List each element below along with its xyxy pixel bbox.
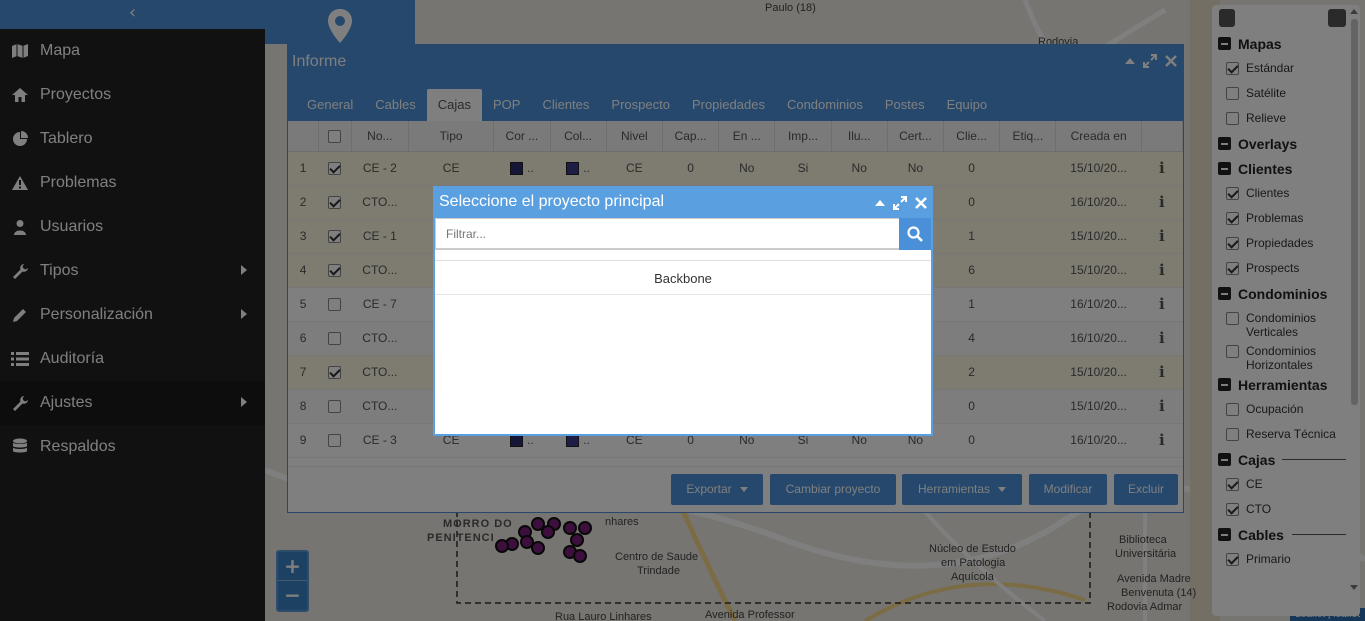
close-icon[interactable] xyxy=(915,197,927,209)
select-project-dialog: Seleccione el proyecto principal Backbon… xyxy=(433,186,933,436)
filter-input[interactable] xyxy=(435,218,900,249)
dialog-titlebar[interactable]: Seleccione el proyecto principal xyxy=(435,188,931,218)
minimize-icon[interactable] xyxy=(875,200,885,206)
project-option[interactable]: Backbone xyxy=(435,260,931,295)
dialog-title: Seleccione el proyecto principal xyxy=(439,193,665,210)
search-button[interactable] xyxy=(899,218,931,250)
search-icon xyxy=(907,226,923,242)
expand-icon[interactable] xyxy=(893,196,907,210)
